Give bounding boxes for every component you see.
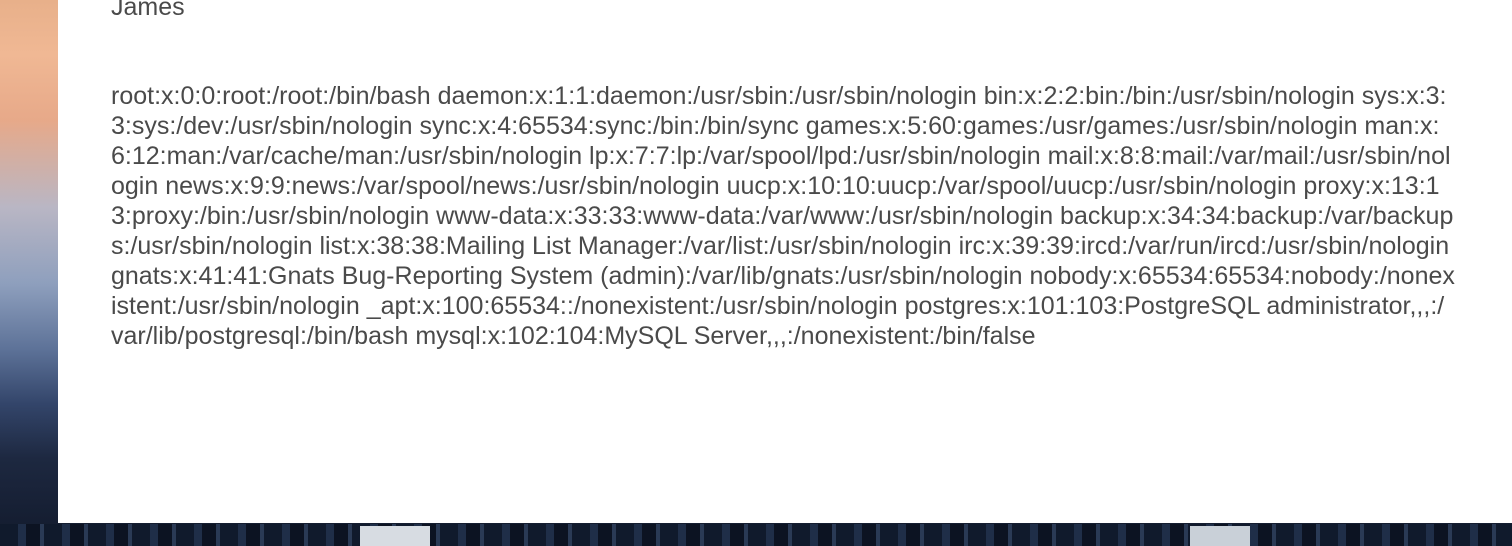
comment-body-text: root:x:0:0:root:/root:/bin/bash daemon:x…: [111, 82, 1455, 350]
comment-author-name: James: [111, 0, 185, 21]
background-building: [360, 526, 430, 546]
content-panel: James root:x:0:0:root:/root:/bin/bash da…: [58, 0, 1512, 523]
background-cityscape: [0, 524, 1512, 546]
background-building: [1190, 526, 1250, 546]
